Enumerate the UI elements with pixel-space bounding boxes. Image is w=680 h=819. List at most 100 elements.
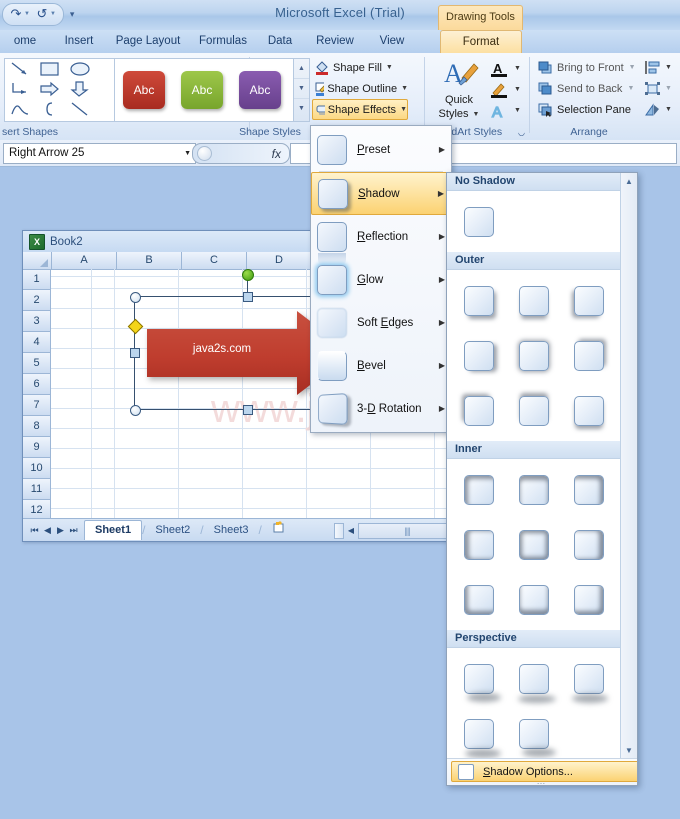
- shape-outline-dropdown-icon[interactable]: ▼: [401, 85, 408, 92]
- tab-review[interactable]: Review: [304, 30, 366, 53]
- next-sheet-icon[interactable]: ▶: [55, 525, 66, 536]
- first-sheet-icon[interactable]: ⏮: [29, 525, 40, 536]
- column-header-d[interactable]: D: [247, 252, 312, 270]
- styles-scroll-down-icon[interactable]: ▼: [294, 79, 309, 99]
- menu-item-glow[interactable]: Glow ▶: [311, 258, 451, 301]
- row-header[interactable]: 9: [23, 437, 51, 458]
- sheet-tab-sheet2[interactable]: Sheet2: [145, 521, 200, 539]
- column-header-b[interactable]: B: [117, 252, 182, 270]
- oval-shape-icon[interactable]: [65, 59, 95, 79]
- last-sheet-icon[interactable]: ⏭: [68, 525, 79, 536]
- shape-fill-dropdown-icon[interactable]: ▼: [386, 64, 393, 71]
- shadow-option-inner-6[interactable]: [561, 517, 616, 572]
- shadow-option-outer-1[interactable]: [451, 273, 506, 328]
- row-header[interactable]: 7: [23, 395, 51, 416]
- shadow-gallery-scrollbar[interactable]: ▲ ▼: [620, 173, 637, 758]
- scrollbar-track[interactable]: [621, 189, 637, 742]
- align-dropdown-icon[interactable]: ▼: [665, 64, 672, 71]
- hscroll-thumb[interactable]: ||||: [358, 522, 456, 539]
- shadow-option-outer-6[interactable]: [561, 328, 616, 383]
- shadow-option-perspective-3[interactable]: [561, 651, 616, 706]
- group-dropdown-icon[interactable]: ▼: [665, 85, 672, 92]
- shape-style-red[interactable]: Abc: [115, 61, 173, 119]
- quick-styles-dropdown-icon[interactable]: ▼: [473, 108, 480, 121]
- shadow-option-perspective-2[interactable]: [506, 651, 561, 706]
- sheet-tab-sheet1[interactable]: Sheet1: [84, 520, 143, 540]
- name-box[interactable]: Right Arrow 25 ▼: [3, 143, 196, 164]
- shadow-option-perspective-5[interactable]: [506, 706, 561, 758]
- row-header[interactable]: 6: [23, 374, 51, 395]
- shadow-option-inner-9[interactable]: [561, 572, 616, 627]
- shadow-option-inner-5[interactable]: [506, 517, 561, 572]
- tab-page-layout[interactable]: Page Layout: [106, 30, 190, 53]
- row-header[interactable]: 8: [23, 416, 51, 437]
- shadow-option-inner-7[interactable]: [451, 572, 506, 627]
- insert-function-button[interactable]: fx: [192, 143, 290, 164]
- shape-outline-button[interactable]: Shape Outline ▼: [312, 78, 408, 99]
- shape-effects-dropdown-icon[interactable]: ▼: [400, 106, 407, 113]
- scroll-down-icon[interactable]: ▼: [621, 742, 637, 758]
- menu-item-preset[interactable]: Preset ▶: [311, 128, 451, 171]
- shadow-option-perspective-4[interactable]: [451, 706, 506, 758]
- right-arrow-shape-icon[interactable]: [35, 79, 65, 99]
- resize-handle-middle-left[interactable]: [130, 348, 140, 358]
- column-header-c[interactable]: C: [182, 252, 247, 270]
- resize-handle-top-center[interactable]: [243, 292, 253, 302]
- horizontal-scrollbar[interactable]: ◀ ||||: [334, 522, 456, 539]
- resize-grip-dots[interactable]: …: [447, 777, 637, 786]
- tab-format[interactable]: Format: [440, 30, 522, 54]
- menu-item-bevel[interactable]: Bevel ▶: [311, 344, 451, 387]
- shadow-option-no-shadow[interactable]: [451, 194, 506, 249]
- resize-handle-top-left[interactable]: [130, 292, 141, 303]
- tab-data[interactable]: Data: [256, 30, 304, 53]
- row-header[interactable]: 10: [23, 458, 51, 479]
- rotate-dropdown-icon[interactable]: ▼: [665, 106, 672, 113]
- shadow-option-outer-2[interactable]: [506, 273, 561, 328]
- resize-handle-bottom-center[interactable]: [243, 405, 253, 415]
- column-header-a[interactable]: A: [52, 252, 117, 270]
- diagonal-line-shape-icon[interactable]: [65, 99, 95, 119]
- styles-more-icon[interactable]: ▼: [294, 99, 309, 118]
- tab-insert[interactable]: Insert: [52, 30, 106, 53]
- shape-effects-button[interactable]: Shape Effects ▼: [312, 99, 408, 120]
- menu-item-soft-edges[interactable]: Soft Edges ▶: [311, 301, 451, 344]
- shadow-option-outer-9[interactable]: [561, 383, 616, 438]
- name-box-dropdown-icon[interactable]: ▼: [184, 144, 191, 163]
- elbow-connector-icon[interactable]: [5, 79, 35, 99]
- shadow-option-inner-4[interactable]: [451, 517, 506, 572]
- row-header[interactable]: 3: [23, 311, 51, 332]
- shape-style-purple[interactable]: Abc: [231, 61, 289, 119]
- rotation-handle[interactable]: [242, 269, 254, 281]
- tab-home[interactable]: ome: [0, 30, 50, 53]
- shadow-option-outer-4[interactable]: [451, 328, 506, 383]
- send-to-back-button[interactable]: Send to Back ▼: [538, 78, 636, 99]
- rectangle-shape-icon[interactable]: [35, 59, 65, 79]
- text-effects-dropdown-icon[interactable]: ▼: [514, 107, 521, 114]
- curve-shape-icon[interactable]: [5, 99, 35, 119]
- shadow-option-outer-3[interactable]: [561, 273, 616, 328]
- shadow-option-inner-1[interactable]: [451, 462, 506, 517]
- scroll-left-icon[interactable]: ◀: [344, 524, 358, 538]
- tab-formulas[interactable]: Formulas: [190, 30, 256, 53]
- row-header[interactable]: 11: [23, 479, 51, 500]
- line-shape-icon[interactable]: [5, 59, 35, 79]
- shadow-option-outer-7[interactable]: [451, 383, 506, 438]
- brace-shape-icon[interactable]: [35, 99, 65, 119]
- shadow-option-inner-3[interactable]: [561, 462, 616, 517]
- shadow-option-outer-8[interactable]: [506, 383, 561, 438]
- resize-handle-bottom-left[interactable]: [130, 405, 141, 416]
- scroll-up-icon[interactable]: ▲: [621, 173, 637, 189]
- row-header[interactable]: 2: [23, 290, 51, 311]
- text-outline-dropdown-icon[interactable]: ▼: [514, 86, 521, 93]
- row-header[interactable]: 5: [23, 353, 51, 374]
- styles-scroll-up-icon[interactable]: ▲: [294, 59, 309, 79]
- bring-to-front-button[interactable]: Bring to Front ▼: [538, 57, 636, 78]
- previous-sheet-icon[interactable]: ◀: [42, 525, 53, 536]
- menu-item-3d-rotation[interactable]: 3-D Rotation ▶: [311, 387, 451, 430]
- selection-pane-button[interactable]: Selection Pane: [538, 99, 636, 120]
- menu-item-reflection[interactable]: Reflection ▶: [311, 215, 451, 265]
- shadow-option-inner-2[interactable]: [506, 462, 561, 517]
- quick-styles-button[interactable]: A Quick Styles ▼: [431, 58, 487, 121]
- wordart-dialog-launcher[interactable]: ◡: [516, 127, 527, 138]
- shape-fill-button[interactable]: Shape Fill ▼: [312, 57, 408, 78]
